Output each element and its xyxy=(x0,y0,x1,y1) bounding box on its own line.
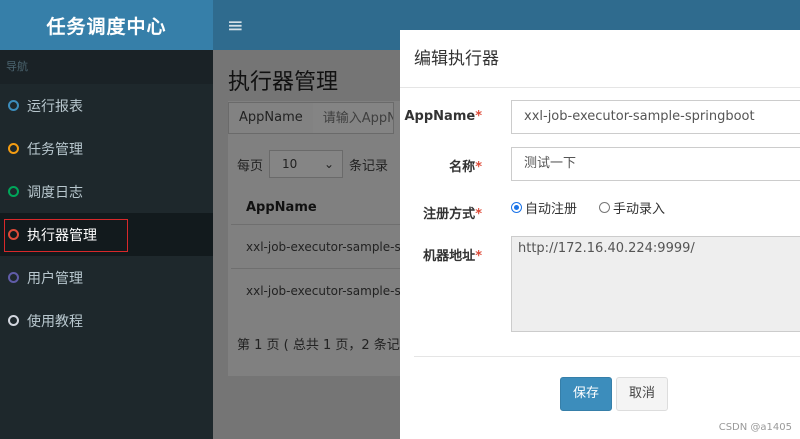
address-list-field[interactable]: http://172.16.40.224:9999/ xyxy=(511,236,800,332)
pagination-info: 第 1 页 ( 总共 1 页，2 条记录 ) xyxy=(237,338,407,353)
registration-label: 注册方式* xyxy=(423,207,482,222)
watermark: CSDN @a1405 xyxy=(718,422,792,433)
search-group: AppName xyxy=(228,102,394,134)
sidebar-item-users[interactable]: 用户管理 xyxy=(0,256,213,299)
modal-footer-divider xyxy=(414,356,800,357)
menu-toggle-icon[interactable]: ≡ xyxy=(227,13,244,37)
page-title: 执行器管理 xyxy=(228,70,339,95)
appname-field[interactable]: xxl-job-executor-sample-springboot xyxy=(511,100,800,134)
page-length-row: 每页 10 ⌄ 条记录 xyxy=(237,150,388,178)
radio-manual-entry[interactable]: 手动录入 xyxy=(599,198,665,217)
appname-label: AppName* xyxy=(404,109,483,124)
search-input[interactable] xyxy=(312,103,393,133)
search-label: AppName xyxy=(229,103,313,133)
sidebar-item-label: 用户管理 xyxy=(27,270,83,287)
sidebar-item-label: 任务管理 xyxy=(27,141,83,158)
sidebar-item-logs[interactable]: 调度日志 xyxy=(0,170,213,213)
sidebar-item-jobs[interactable]: 任务管理 xyxy=(0,127,213,170)
radio-checked-icon xyxy=(511,202,522,213)
len-prefix: 每页 xyxy=(237,158,264,174)
sidebar-item-report[interactable]: 运行报表 xyxy=(0,84,213,127)
edit-executor-modal: 编辑执行器 AppName* xxl-job-executor-sample-s… xyxy=(400,30,800,439)
len-value: 10 xyxy=(282,157,298,171)
radio-auto-register[interactable]: 自动注册 xyxy=(511,198,577,217)
name-label: 名称* xyxy=(449,160,482,175)
radio-unchecked-icon xyxy=(599,202,611,213)
address-label: 机器地址* xyxy=(423,249,482,264)
brand-logo[interactable]: 任务调度中心 xyxy=(0,0,213,50)
sidebar-item-executors[interactable]: 执行器管理 xyxy=(0,213,213,256)
sidebar-item-label: 调度日志 xyxy=(27,184,83,201)
circle-icon xyxy=(8,272,19,283)
highlight-box xyxy=(4,219,128,252)
circle-icon xyxy=(8,315,19,326)
sidebar-item-help[interactable]: 使用教程 xyxy=(0,299,213,342)
table-row[interactable]: xxl-job-executor-sample-springboot xyxy=(231,224,407,268)
save-button[interactable]: 保存 xyxy=(560,377,613,411)
sidebar: 任务调度中心 导航 运行报表 任务管理 调度日志 执行器管理 用户管理 使用教程 xyxy=(0,0,213,439)
nav-header: 导航 xyxy=(0,50,213,84)
chevron-down-icon: ⌄ xyxy=(323,157,335,171)
modal-title: 编辑执行器 xyxy=(400,30,800,88)
radio-auto-label: 自动注册 xyxy=(525,202,578,217)
page-length-select[interactable]: 10 ⌄ xyxy=(269,150,344,178)
circle-icon xyxy=(8,143,19,154)
sidebar-item-label: 使用教程 xyxy=(27,313,83,330)
table-row[interactable]: xxl-job-executor-sample-springboot xyxy=(231,268,407,312)
name-field[interactable]: 测试一下 xyxy=(511,147,800,181)
len-suffix: 条记录 xyxy=(349,158,389,174)
cancel-button[interactable]: 取消 xyxy=(616,377,669,411)
sidebar-item-label: 运行报表 xyxy=(27,98,83,115)
table-header-appname[interactable]: AppName xyxy=(246,200,317,215)
registration-radio-group: 自动注册 手动录入 xyxy=(511,198,665,217)
radio-manual-label: 手动录入 xyxy=(613,202,666,217)
circle-icon xyxy=(8,100,19,111)
circle-icon xyxy=(8,186,19,197)
